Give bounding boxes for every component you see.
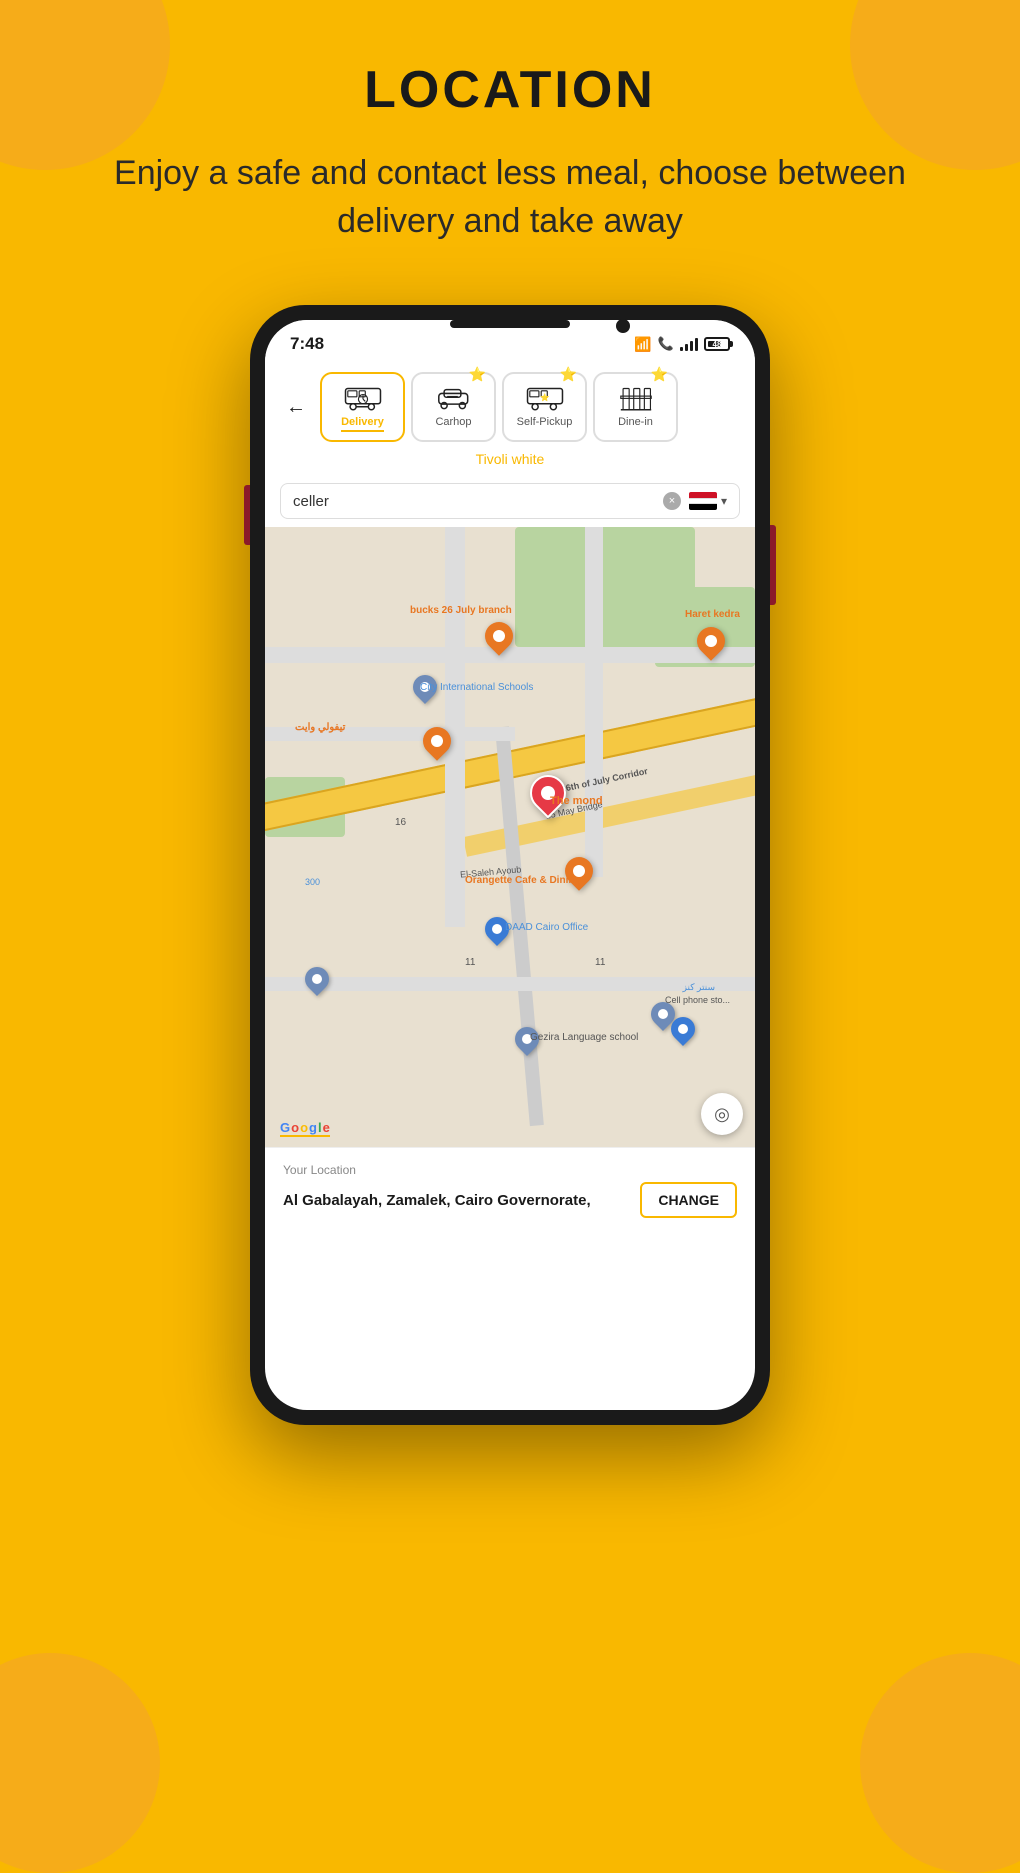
map-label-city-intl: City International Schools [420, 682, 533, 693]
delivery-svg-icon [344, 384, 382, 412]
search-input[interactable]: celler [293, 493, 655, 510]
tab-carhop[interactable]: ⭐ Carhop [411, 372, 496, 442]
location-row: Al Gabalayah, Zamalek, Cairo Governorate… [283, 1182, 737, 1218]
selfpickup-svg-icon: ⭐ [526, 384, 564, 412]
map-label-haret-kedra: Haret kedra [685, 609, 740, 620]
search-section: celler × ▾ [265, 475, 755, 527]
phone-screen: 7:48 📶 📞 48 [265, 320, 755, 1410]
map-label-orangette: Orangette Cafe & Dining [465, 875, 581, 886]
back-button[interactable]: ← [280, 391, 312, 423]
search-bar[interactable]: celler × ▾ [280, 483, 740, 519]
map-section: 26th of July Corridor 15 May Bridge El-S… [265, 527, 755, 1147]
self-pickup-icon: ⭐ [523, 382, 567, 414]
map-label-tivoli-arabic: تيفولي وايت [295, 722, 345, 733]
map-road-vertical-2 [585, 527, 603, 877]
signal-bars [680, 337, 698, 351]
location-address: Al Gabalayah, Zamalek, Cairo Governorate… [283, 1192, 630, 1209]
google-logo: G o o g l e [280, 1120, 330, 1135]
dine-in-icon [614, 382, 658, 414]
bg-decoration-bottom-left [0, 1653, 160, 1873]
nav-tabs-section: ← [265, 362, 755, 447]
carhop-icon [432, 382, 476, 414]
dinein-star-icon: ⭐ [651, 366, 668, 383]
page-title: LOCATION [0, 60, 1020, 120]
map-number-11a: 11 [465, 957, 475, 968]
battery-icon: 48 [704, 337, 730, 351]
map-pin-left [305, 967, 329, 991]
signal-icon: 📞 [658, 336, 674, 352]
dinein-svg-icon [617, 384, 655, 412]
map-number-300: 300 [305, 877, 320, 887]
tab-dinein-label: Dine-in [618, 416, 653, 428]
map-label-the-mond: The mond [550, 795, 603, 807]
tab-delivery[interactable]: Delivery [320, 372, 405, 442]
tab-selfpickup-label: Self-Pickup [517, 416, 573, 428]
search-clear-button[interactable]: × [663, 492, 681, 510]
page-subtitle: Enjoy a safe and contact less meal, choo… [0, 150, 1020, 245]
phone-notch [450, 320, 570, 328]
map-background: 26th of July Corridor 15 May Bridge El-S… [265, 527, 755, 1147]
map-road-h3 [265, 977, 755, 991]
map-label-gezira: Gezira Language school [530, 1032, 638, 1043]
map-number-11b: 11 [595, 957, 605, 968]
map-number-16: 16 [395, 817, 406, 828]
your-location-label: Your Location [283, 1163, 737, 1177]
map-label-cell-phone: Cell phone sto... [665, 995, 730, 1005]
back-arrow-icon: ← [286, 396, 306, 419]
dropdown-chevron-icon: ▾ [721, 494, 727, 508]
country-flag-dropdown[interactable]: ▾ [689, 492, 727, 510]
my-location-button[interactable]: ◎ [701, 1093, 743, 1135]
svg-text:⭐: ⭐ [540, 393, 550, 402]
tab-dine-in[interactable]: ⭐ Dine-in [593, 372, 678, 442]
carhop-svg-icon [435, 386, 473, 410]
tab-delivery-label: Delivery [341, 416, 384, 432]
delivery-icon [341, 382, 385, 414]
map-label-daad: DAAD Cairo Office [505, 922, 588, 933]
location-target-icon: ◎ [714, 1104, 730, 1125]
map-label-cell-phone-arabic: سنتر كنز [683, 982, 715, 993]
selfpickup-star-icon: ⭐ [560, 366, 577, 383]
change-location-button[interactable]: CHANGE [640, 1182, 737, 1218]
tivoli-label: Tivoli white [265, 447, 755, 475]
map-label-bucks: bucks 26 July branch [410, 605, 512, 616]
map-pin-haret-kedra [697, 627, 725, 655]
map-pin-bucks [485, 622, 513, 650]
bg-decoration-bottom-right [860, 1653, 1020, 1873]
status-icons: 📶 📞 48 [634, 336, 730, 353]
map-pin-tivoli [423, 727, 451, 755]
tab-self-pickup[interactable]: ⭐ ⭐ Self-Pickup [502, 372, 587, 442]
map-label-26july: 26th of July Corridor [560, 766, 649, 794]
location-bottom-bar: Your Location Al Gabalayah, Zamalek, Cai… [265, 1147, 755, 1233]
status-time: 7:48 [290, 334, 324, 354]
egypt-flag-icon [689, 492, 717, 510]
tab-carhop-label: Carhop [435, 416, 471, 428]
map-pin-shop [671, 1017, 695, 1041]
header-section: LOCATION Enjoy a safe and contact less m… [0, 0, 1020, 245]
wifi-icon: 📶 [634, 336, 651, 353]
phone-container: 7:48 📶 📞 48 [0, 305, 1020, 1425]
tabs-row: Delivery ⭐ [320, 372, 740, 442]
carhop-star-icon: ⭐ [469, 366, 486, 383]
phone-frame: 7:48 📶 📞 48 [250, 305, 770, 1425]
